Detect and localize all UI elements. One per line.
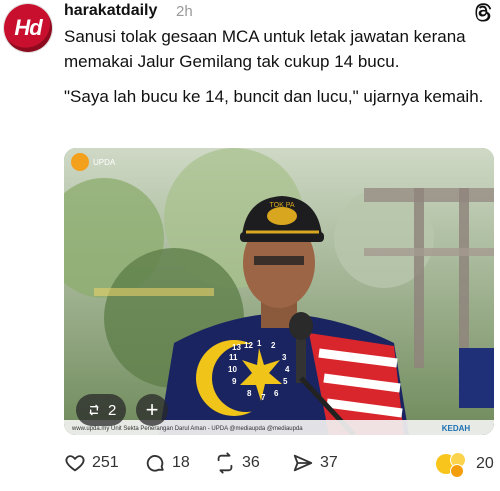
star-number: 6: [274, 389, 279, 398]
brand-text: KEDAH: [442, 424, 471, 433]
star-number: 11: [229, 353, 238, 362]
repost-button[interactable]: 36: [214, 452, 260, 474]
post-text: Sanusi tolak gesaan MCA untuk letak jawa…: [64, 24, 494, 119]
cap-text: TOK PA: [269, 202, 294, 209]
star-number: 2: [271, 341, 276, 350]
threads-icon[interactable]: [472, 0, 494, 22]
photo: TOK PA 13 1 2 3 4 5 6 7 8 9 10 11 12 UPD…: [64, 148, 494, 435]
image-repost-button[interactable]: 2: [76, 394, 127, 426]
post-paragraph: "Saya lah bucu ke 14, buncit dan lucu," …: [64, 87, 484, 106]
post-image[interactable]: TOK PA 13 1 2 3 4 5 6 7 8 9 10 11 12 UPD…: [64, 148, 494, 435]
plus-icon: +: [145, 397, 159, 422]
comment-button[interactable]: 18: [144, 452, 190, 474]
post-time: 2h: [176, 3, 193, 20]
repost-icon: [217, 452, 233, 474]
star-number: 9: [232, 377, 237, 386]
share-count: 37: [320, 454, 338, 471]
star-number: 8: [247, 389, 252, 398]
star-number: 3: [282, 353, 287, 362]
avatar-text: Hd: [14, 15, 42, 40]
footer-text: www.upda.my Unit Sekta Penerangan Darul …: [71, 426, 303, 432]
star-number: 5: [283, 377, 288, 386]
star-number: 13: [232, 343, 241, 352]
like-count: 251: [92, 454, 119, 471]
star-number: 1: [257, 339, 262, 348]
star-number: 12: [244, 341, 253, 350]
share-icon: [293, 454, 313, 472]
heart-icon: [65, 455, 85, 472]
comment-count: 18: [172, 454, 190, 471]
like-button[interactable]: 251: [64, 452, 119, 474]
comment-icon: [146, 455, 164, 472]
repost-icon: [89, 404, 99, 416]
username[interactable]: harakatdaily: [64, 2, 157, 20]
action-bar: 251 18 36 37 20: [64, 452, 496, 480]
star-number: 10: [228, 365, 237, 374]
repost-count: 36: [242, 454, 260, 471]
logo-text: UPDA: [93, 158, 116, 167]
star-number: 4: [285, 365, 290, 374]
add-button[interactable]: +: [136, 394, 168, 426]
share-button[interactable]: 37: [292, 452, 338, 474]
avatar[interactable]: Hd: [4, 4, 52, 52]
reaction-count: 20: [476, 455, 494, 472]
post-paragraph: Sanusi tolak gesaan MCA untuk letak jawa…: [64, 27, 466, 71]
emoji-reactions-icon: [436, 452, 470, 478]
star-number: 7: [261, 393, 266, 402]
reactions-button[interactable]: 20: [436, 452, 494, 478]
image-repost-count: 2: [108, 401, 117, 419]
